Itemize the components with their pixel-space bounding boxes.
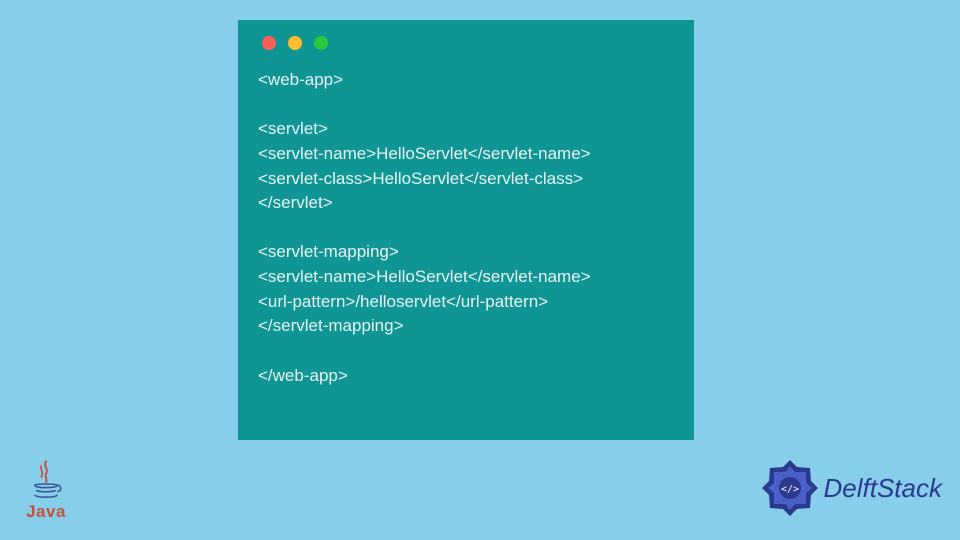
- code-block: <web-app> <servlet> <servlet-name>HelloS…: [258, 68, 674, 388]
- window-controls: [258, 36, 674, 50]
- code-window: <web-app> <servlet> <servlet-name>HelloS…: [238, 20, 694, 440]
- svg-text:</>: </>: [780, 484, 798, 495]
- close-dot-icon: [262, 36, 276, 50]
- delftstack-label: DelftStack: [824, 473, 943, 504]
- delftstack-badge-icon: </>: [760, 458, 820, 518]
- java-cup-icon: [22, 458, 70, 506]
- maximize-dot-icon: [314, 36, 328, 50]
- java-label: Java: [26, 502, 66, 522]
- java-logo: Java: [22, 458, 70, 522]
- delftstack-logo: </> DelftStack: [760, 458, 943, 518]
- minimize-dot-icon: [288, 36, 302, 50]
